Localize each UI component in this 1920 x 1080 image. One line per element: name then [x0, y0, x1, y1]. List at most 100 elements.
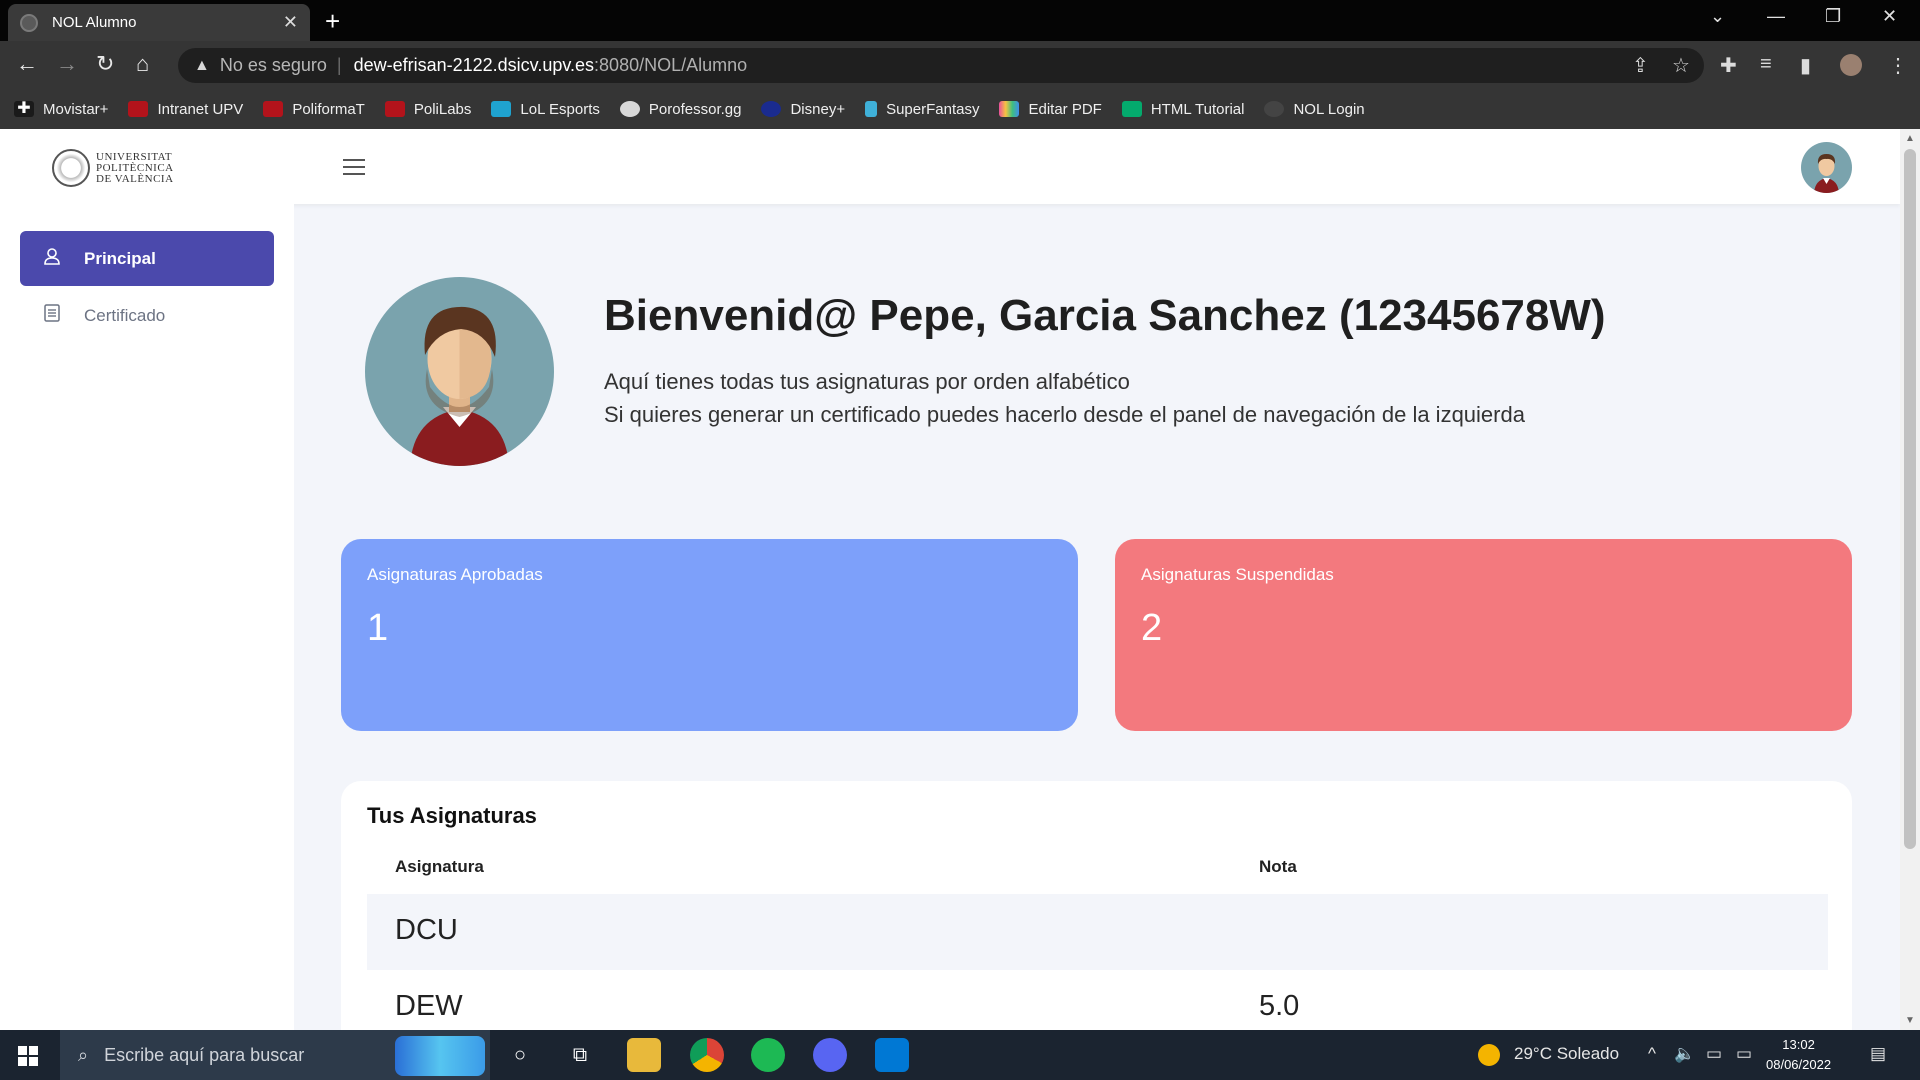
bookmark-icon: [1121, 101, 1142, 117]
scroll-down-icon[interactable]: ▼: [1905, 1015, 1915, 1026]
card-label: Asignaturas Suspendidas: [1141, 565, 1334, 584]
grade-cell: 5.0: [1259, 990, 1300, 1022]
bookmark-label: LoL Esports: [520, 100, 600, 118]
page-scrollbar[interactable]: ▲ ▼: [1900, 129, 1920, 1030]
minimize-icon[interactable]: —: [1767, 6, 1785, 27]
bookmark-icon: [865, 101, 878, 117]
share-icon[interactable]: ⇪: [1632, 53, 1649, 78]
page: UNIVERSITAT POLITÈCNICA DE VALÈNCIA Prin…: [0, 129, 1900, 1030]
bookmark-item[interactable]: Disney+: [761, 101, 845, 118]
seal-icon: [52, 149, 90, 187]
search-placeholder: Escribe aquí para buscar: [104, 1044, 305, 1065]
windows-start-icon[interactable]: [18, 1046, 38, 1072]
welcome-line: Si quieres generar un certificado puedes…: [604, 402, 1525, 427]
upv-logo[interactable]: UNIVERSITAT POLITÈCNICA DE VALÈNCIA: [52, 149, 174, 187]
column-header: Nota: [1259, 857, 1297, 876]
clock-date: 08/06/2022: [1766, 1057, 1832, 1072]
address-bar[interactable]: ▲ No es seguro | dew-efrisan-2122.dsicv.…: [178, 48, 1704, 83]
top-navbar: UNIVERSITAT POLITÈCNICA DE VALÈNCIA: [0, 129, 1900, 204]
sidebar-item-label: Certificado: [84, 305, 166, 325]
tab-title: NOL Alumno: [52, 14, 137, 31]
volume-icon[interactable]: 🔈: [1674, 1044, 1695, 1064]
hamburger-menu-icon[interactable]: [343, 159, 365, 180]
network-icon[interactable]: ▭: [1736, 1044, 1752, 1064]
system-clock[interactable]: 13:02 08/06/2022: [1766, 1035, 1831, 1075]
taskbar-search-box[interactable]: ⌕ Escribe aquí para buscar: [60, 1030, 490, 1080]
bookmark-item[interactable]: ✚ Movistar+: [14, 101, 108, 118]
bookmark-label: Movistar+: [43, 100, 109, 118]
close-tab-icon[interactable]: ✕: [283, 12, 298, 33]
bookmark-label: Disney+: [790, 100, 846, 118]
welcome-text: Aquí tienes todas tus asignaturas por or…: [604, 365, 1525, 431]
bookmark-item[interactable]: PoliformaT: [263, 101, 365, 118]
notifications-icon[interactable]: ▤: [1870, 1044, 1886, 1064]
restore-icon[interactable]: ❐: [1825, 6, 1841, 27]
bookmark-icon: [999, 101, 1020, 117]
back-icon[interactable]: ←: [16, 51, 38, 77]
bookmarks-bar: ✚ Movistar+ Intranet UPV PoliformaT PoliL…: [0, 89, 1920, 129]
profile-avatar[interactable]: [1840, 54, 1862, 76]
discord-icon[interactable]: [813, 1038, 847, 1072]
table-row: DCU: [367, 894, 1828, 970]
new-tab-button[interactable]: +: [325, 6, 340, 37]
weather-text[interactable]: 29°C Soleado: [1514, 1044, 1619, 1064]
bookmark-item[interactable]: LoL Esports: [491, 101, 600, 118]
column-header: Asignatura: [395, 857, 484, 876]
scroll-up-icon[interactable]: ▲: [1905, 133, 1915, 144]
bookmark-icon: [491, 101, 512, 117]
subject-cell: DEW: [395, 990, 463, 1022]
search-highlight-icon: [395, 1036, 485, 1076]
menu-icon[interactable]: ⋮: [1888, 53, 1908, 78]
logo-line: POLITÈCNICA: [96, 161, 174, 174]
clock-time: 13:02: [1782, 1037, 1815, 1052]
bookmark-icon: [263, 101, 284, 117]
chrome-icon[interactable]: [690, 1038, 724, 1072]
vscode-icon[interactable]: [875, 1038, 909, 1072]
side-panel-icon[interactable]: ▮: [1800, 53, 1811, 78]
home-icon[interactable]: ⌂: [136, 51, 149, 77]
close-window-icon[interactable]: ✕: [1882, 6, 1897, 27]
user-avatar[interactable]: [1801, 142, 1852, 193]
forward-icon[interactable]: →: [56, 51, 78, 77]
sidebar-item-principal[interactable]: Principal: [20, 231, 274, 286]
bookmark-star-icon[interactable]: ☆: [1672, 53, 1690, 78]
bookmark-icon: [128, 101, 149, 117]
not-secure-label[interactable]: No es seguro: [220, 55, 327, 76]
tab-favicon-icon: [20, 13, 38, 32]
spotify-icon[interactable]: [751, 1038, 785, 1072]
url-path: :8080/NOL/Alumno: [594, 55, 748, 75]
bookmark-icon: [1264, 101, 1285, 117]
search-icon: ⌕: [78, 1044, 89, 1065]
document-icon: [42, 304, 62, 327]
bookmark-item[interactable]: Editar PDF: [999, 101, 1102, 118]
battery-icon[interactable]: ▭: [1706, 1044, 1722, 1064]
reload-icon[interactable]: ↻: [96, 51, 114, 77]
bookmark-label: Intranet UPV: [157, 100, 244, 118]
file-explorer-icon[interactable]: [627, 1038, 661, 1072]
browser-tab[interactable]: NOL Alumno ✕: [8, 4, 310, 41]
media-icon[interactable]: ≡: [1760, 53, 1772, 76]
bookmark-item[interactable]: SuperFantasy: [865, 101, 979, 118]
bookmark-item[interactable]: PoliLabs: [384, 100, 472, 118]
tray-chevron-icon[interactable]: ^: [1648, 1044, 1656, 1064]
warning-icon[interactable]: ▲: [194, 57, 210, 75]
scrollbar-thumb[interactable]: [1904, 149, 1916, 849]
bookmark-item[interactable]: Porofessor.gg: [619, 101, 741, 118]
task-view-icon[interactable]: ⧉: [563, 1038, 597, 1072]
bookmark-icon: [384, 101, 405, 117]
subject-cell: DCU: [395, 914, 458, 946]
bookmark-item[interactable]: NOL Login: [1264, 101, 1365, 118]
bookmark-item[interactable]: HTML Tutorial: [1121, 101, 1244, 118]
student-avatar: [365, 277, 554, 466]
bookmark-label: PoliLabs: [413, 100, 472, 118]
sidebar-item-label: Principal: [84, 248, 156, 268]
bookmark-label: SuperFantasy: [886, 100, 980, 118]
tab-search-icon[interactable]: ⌄: [1710, 6, 1725, 27]
sidebar-item-certificado[interactable]: Certificado: [20, 288, 274, 343]
bookmark-item[interactable]: Intranet UPV: [128, 101, 243, 118]
extensions-icon[interactable]: ✚: [1720, 53, 1737, 78]
card-value: 2: [1141, 607, 1163, 649]
card-label: Asignaturas Aprobadas: [367, 565, 543, 584]
cortana-icon[interactable]: ○: [503, 1038, 537, 1072]
table-row: DEW 5.0: [367, 970, 1828, 1030]
